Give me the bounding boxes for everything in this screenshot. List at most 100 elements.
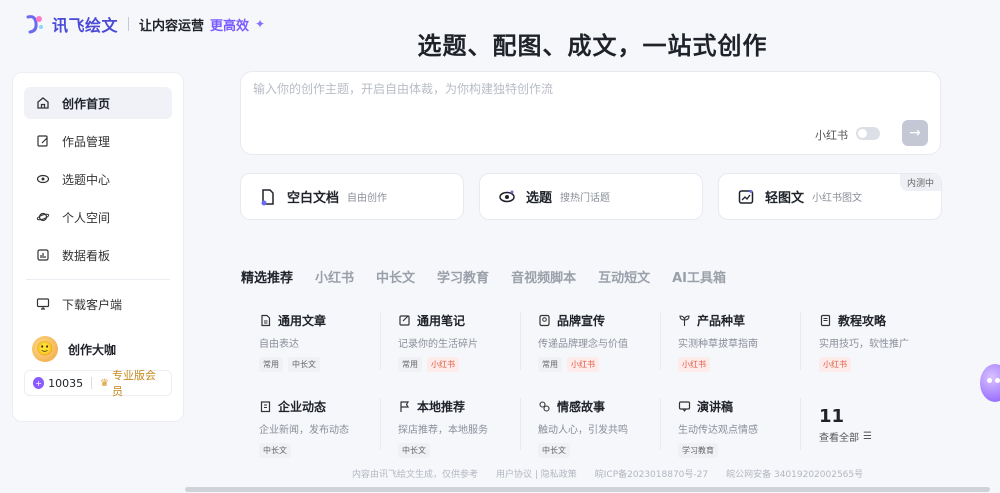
sprout-icon <box>679 315 690 326</box>
sidebar-item-works[interactable]: 作品管理 <box>24 125 172 157</box>
tab-education[interactable]: 学习教育 <box>437 267 489 286</box>
template-desc: 实测种草拔草指南 <box>678 339 758 350</box>
template-title: 产品种草 <box>697 314 746 328</box>
template-divider <box>520 312 521 370</box>
tab-av-script[interactable]: 音视频脚本 <box>511 267 576 286</box>
sidebar-item-topics[interactable]: 选题中心 <box>24 163 172 195</box>
template-title: 通用笔记 <box>417 314 466 328</box>
blank-doc-icon <box>261 188 274 205</box>
home-icon <box>37 97 49 109</box>
prompt-box: 小红书 → <box>240 71 941 155</box>
user-profile[interactable]: 🙂 创作大咖 <box>24 336 172 362</box>
template-title: 通用文章 <box>278 314 327 328</box>
quick-card-sub: 小红书图文 <box>812 193 863 204</box>
tab-long-article[interactable]: 中长文 <box>376 267 415 286</box>
send-button[interactable]: → <box>902 120 928 146</box>
sidebar-item-home[interactable]: 创作首页 <box>24 87 172 119</box>
footer-police[interactable]: 皖公网安备 34019202002565号 <box>726 467 863 480</box>
template-card[interactable]: 本地推荐 探店推荐，本地服务 中长文 <box>398 398 536 458</box>
sidebar-item-space[interactable]: 个人空间 <box>24 201 172 233</box>
template-card[interactable]: 产品种草 实测种草拔草指南 小红书 <box>678 312 816 372</box>
template-tag: 小红书 <box>567 357 599 372</box>
template-desc: 触动人心，引发共鸣 <box>538 425 628 436</box>
quick-card-title: 轻图文 <box>765 191 805 206</box>
template-divider <box>660 398 661 450</box>
quick-card-blank-doc[interactable]: 空白文档 自由创作 <box>240 173 464 220</box>
template-title: 教程攻略 <box>838 314 887 328</box>
template-card[interactable]: 品牌宣传 传递品牌理念与价值 常用 小红书 <box>538 312 676 372</box>
template-card[interactable]: 通用文章 自由表达 常用 中长文 <box>259 312 397 372</box>
template-tag: 小红书 <box>819 357 851 372</box>
footer-links[interactable]: 用户协议 | 隐私政策 <box>496 467 577 480</box>
xiaohongshu-toggle-label: 小红书 <box>815 129 848 142</box>
category-tabs: 精选推荐 小红书 中长文 学习教育 音视频脚本 互动短文 AI工具箱 <box>241 267 726 286</box>
prompt-input[interactable] <box>253 82 853 96</box>
image-text-icon <box>738 189 754 204</box>
arrow-right-icon: → <box>909 125 921 141</box>
template-desc: 企业新闻，发布动态 <box>259 425 349 436</box>
template-tag: 中长文 <box>288 357 320 372</box>
points-value: 10035 <box>48 376 84 390</box>
avatar: 🙂 <box>32 336 58 362</box>
template-tag: 常用 <box>538 357 562 372</box>
tab-xiaohongshu[interactable]: 小红书 <box>315 267 354 286</box>
xiaohongshu-toggle[interactable] <box>856 127 880 140</box>
footer-disclaimer: 内容由讯飞绘文生成，仅供参考 <box>352 470 479 480</box>
template-card[interactable]: 企业动态 企业新闻，发布动态 中长文 <box>259 398 397 458</box>
monitor-icon <box>36 298 50 310</box>
template-card[interactable]: 通用笔记 记录你的生活碎片 常用 小红书 <box>398 312 536 372</box>
quick-card-light-post[interactable]: 轻图文 小红书图文 内测中 <box>718 173 942 220</box>
eye-icon <box>499 190 515 202</box>
edit-doc-icon <box>37 135 48 147</box>
template-desc: 记录你的生活碎片 <box>398 339 478 350</box>
doc-icon <box>261 314 271 327</box>
tab-interactive-short[interactable]: 互动短文 <box>598 267 650 286</box>
template-card[interactable]: 演讲稿 生动传达观点情感 学习教育 <box>678 398 816 458</box>
points-divider <box>91 377 93 389</box>
view-all-templates[interactable]: 11 查看全部 ☰ <box>819 406 872 444</box>
sidebar-item-download[interactable]: 下载客户端 <box>24 288 172 320</box>
template-divider <box>800 312 801 370</box>
template-desc: 实用技巧，软性推广 <box>819 339 909 350</box>
template-card[interactable]: 情感故事 触动人心，引发共鸣 中长文 <box>538 398 676 458</box>
assistant-mascot-icon[interactable] <box>980 364 1000 402</box>
list-icon: ☰ <box>863 431 872 442</box>
quick-card-title: 空白文档 <box>287 191 340 206</box>
template-tag: 常用 <box>259 357 283 372</box>
quick-card-sub: 自由创作 <box>347 193 388 204</box>
template-title: 企业动态 <box>278 400 327 414</box>
tab-featured[interactable]: 精选推荐 <box>241 267 293 286</box>
sidebar-item-dashboard[interactable]: 数据看板 <box>24 239 172 271</box>
coin-icon: + <box>33 377 45 389</box>
chart-icon <box>37 249 49 261</box>
template-desc: 自由表达 <box>259 339 299 350</box>
tab-ai-tools[interactable]: AI工具箱 <box>672 267 726 286</box>
template-tag: 中长文 <box>259 443 291 458</box>
sidebar-item-label: 选题中心 <box>62 172 111 187</box>
quick-card-title: 选题 <box>526 191 553 206</box>
quick-card-topic[interactable]: 选题 搜热门话题 <box>479 173 703 220</box>
sidebar-item-label: 个人空间 <box>62 210 111 225</box>
template-card[interactable]: 教程攻略 实用技巧，软性推广 小红书 <box>819 312 957 372</box>
view-all-label: 查看全部 <box>819 433 859 444</box>
template-count: 11 <box>819 406 845 427</box>
template-desc: 生动传达观点情感 <box>678 425 758 436</box>
sidebar-item-label: 创作首页 <box>62 96 111 111</box>
template-divider <box>380 398 381 450</box>
footer-icp[interactable]: 皖ICP备2023018870号-27 <box>595 467 708 480</box>
points-membership-box[interactable]: + 10035 ♛ 专业版会员 <box>24 369 172 398</box>
template-tag: 小红书 <box>427 357 459 372</box>
template-tag: 中长文 <box>538 443 570 458</box>
footer: 内容由讯飞绘文生成，仅供参考 用户协议 | 隐私政策 皖ICP备20230188… <box>352 467 863 480</box>
template-divider <box>660 312 661 370</box>
horizontal-scrollbar[interactable] <box>185 487 990 492</box>
sidebar-divider <box>26 279 170 280</box>
template-desc: 探店推荐，本地服务 <box>398 425 488 436</box>
user-name: 创作大咖 <box>68 342 117 357</box>
template-divider <box>380 312 381 370</box>
note-icon <box>399 315 410 326</box>
crown-icon: ♛ <box>100 377 110 389</box>
hero-title: 选题、配图、成文，一站式创作 <box>417 32 768 60</box>
template-title: 情感故事 <box>557 400 606 414</box>
template-title: 演讲稿 <box>697 400 734 414</box>
